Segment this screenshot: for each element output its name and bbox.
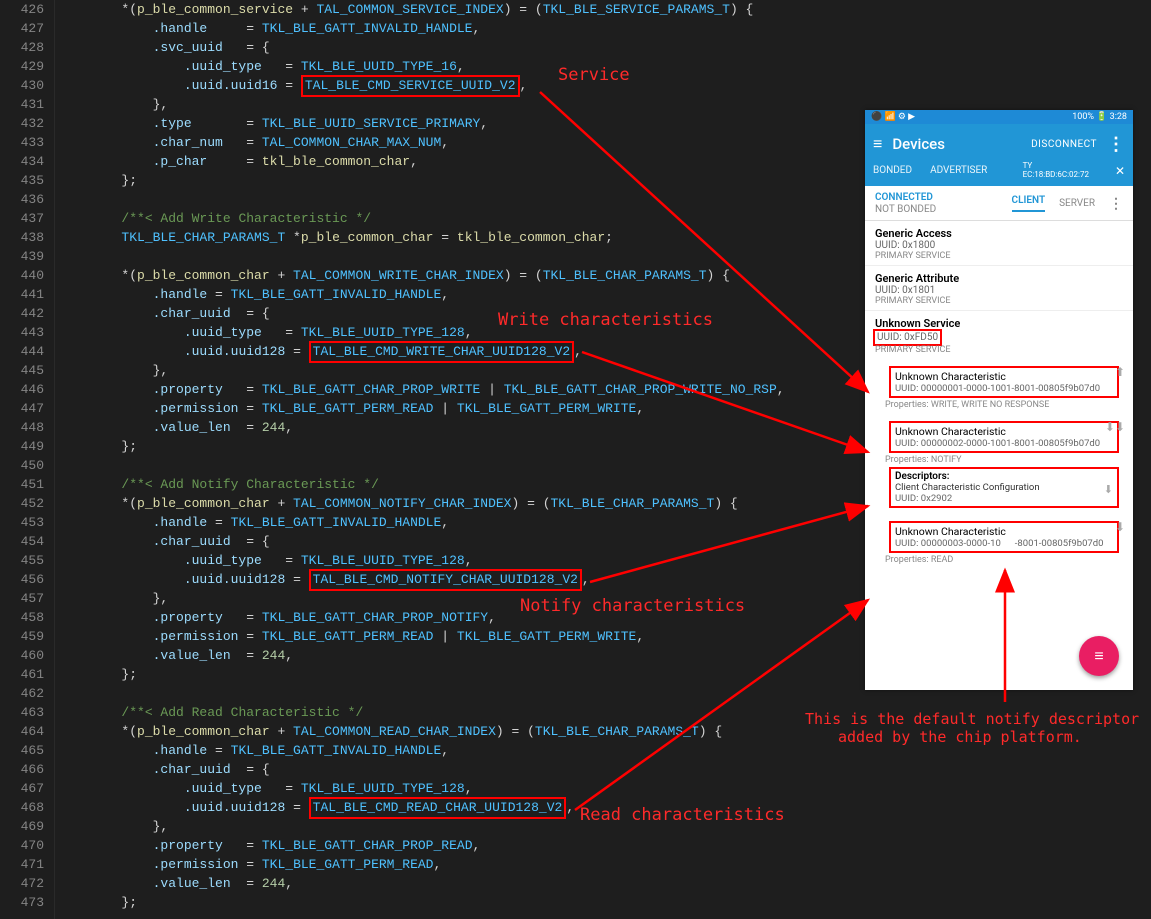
header-tabs: BONDED ADVERTISER TY EC:18:BD:6C:02:72 ✕ <box>873 158 1125 186</box>
close-tab-icon[interactable]: ✕ <box>1115 164 1125 178</box>
connection-bar: CONNECTED NOT BONDED CLIENT SERVER ⋮ <box>865 186 1133 221</box>
descriptors-label: Descriptors: <box>895 471 1113 482</box>
descriptor-name: Client Characteristic Configuration <box>895 482 1113 493</box>
app-title: Devices <box>892 135 1021 153</box>
hamburger-icon[interactable]: ≡ <box>873 134 882 154</box>
upload-icon[interactable]: ⬆ <box>1115 365 1125 379</box>
tab-bonded[interactable]: BONDED <box>873 165 912 176</box>
status-right: 100% 🔋 3:28 <box>1072 112 1127 122</box>
char-properties: Properties: WRITE, WRITE NO RESPONSE <box>879 400 1123 410</box>
not-bonded-label: NOT BONDED <box>875 204 936 216</box>
download-multiple-icon[interactable]: ⬇⬇ <box>1105 420 1125 434</box>
service-type: PRIMARY SERVICE <box>875 296 1123 306</box>
characteristic-notify[interactable]: ⬇⬇ Unknown Characteristic UUID: 00000002… <box>865 414 1133 514</box>
service-uuid: UUID: 0x1800 <box>875 240 1123 251</box>
char-properties: Properties: READ <box>879 555 1123 565</box>
service-generic-attribute[interactable]: Generic Attribute UUID: 0x1801 PRIMARY S… <box>865 266 1133 311</box>
tab-server[interactable]: SERVER <box>1059 198 1095 209</box>
descriptor-block: Descriptors: Client Characteristic Confi… <box>889 467 1119 508</box>
phone-app-header: ≡ Devices DISCONNECT ⋮ BONDED ADVERTISER… <box>865 124 1133 186</box>
more-icon[interactable]: ⋮ <box>1109 196 1123 212</box>
service-title: Generic Access <box>875 227 1123 240</box>
char-uuid: UUID: 00000003-0000-10-8001-00805f9b07d0 <box>895 538 1113 549</box>
service-generic-access[interactable]: Generic Access UUID: 0x1800 PRIMARY SERV… <box>865 221 1133 266</box>
characteristic-write[interactable]: ⬆ Unknown Characteristic UUID: 00000001-… <box>865 359 1133 414</box>
service-type: PRIMARY SERVICE <box>875 345 1123 355</box>
connected-label: CONNECTED <box>875 192 936 204</box>
overflow-menu-icon[interactable]: ⋮ <box>1107 134 1125 155</box>
char-title: Unknown Characteristic <box>895 525 1113 538</box>
char-properties: Properties: NOTIFY <box>879 455 1123 465</box>
descriptor-uuid: UUID: 0x2902 <box>895 493 1113 504</box>
fab-button[interactable]: ≡ <box>1079 636 1119 676</box>
tab-device-mac: EC:18:BD:6C:02:72 <box>1023 171 1089 180</box>
char-title: Unknown Characteristic <box>895 425 1113 438</box>
download-icon[interactable]: ⬇ <box>1104 483 1113 496</box>
service-uuid: UUID: 0x1801 <box>875 285 1123 296</box>
status-left: ⚫ 📶 ⚙ ▶ <box>871 112 915 122</box>
phone-status-bar: ⚫ 📶 ⚙ ▶ 100% 🔋 3:28 <box>865 110 1133 124</box>
char-uuid: UUID: 00000001-0000-1001-8001-00805f9b07… <box>895 383 1113 394</box>
tab-advertiser[interactable]: ADVERTISER <box>930 165 987 176</box>
tab-client[interactable]: CLIENT <box>1012 195 1046 212</box>
service-type: PRIMARY SERVICE <box>875 251 1123 261</box>
service-uuid: UUID: 0xFD50 <box>875 330 1123 345</box>
service-title: Generic Attribute <box>875 272 1123 285</box>
line-number-gutter: 426 427 428 429 430 431 432 433 434 435 … <box>0 0 55 919</box>
service-unknown[interactable]: Unknown Service UUID: 0xFD50 PRIMARY SER… <box>865 311 1133 359</box>
phone-screenshot: ⚫ 📶 ⚙ ▶ 100% 🔋 3:28 ≡ Devices DISCONNECT… <box>865 110 1133 690</box>
tab-device-ty[interactable]: TY EC:18:BD:6C:02:72 <box>1023 162 1089 180</box>
char-title: Unknown Characteristic <box>895 370 1113 383</box>
disconnect-button[interactable]: DISCONNECT <box>1031 139 1097 150</box>
download-icon[interactable]: ⬇ <box>1115 520 1125 534</box>
char-uuid: UUID: 00000002-0000-1001-8001-00805f9b07… <box>895 438 1113 449</box>
characteristic-read[interactable]: ⬇ Unknown Characteristic UUID: 00000003-… <box>865 514 1133 569</box>
